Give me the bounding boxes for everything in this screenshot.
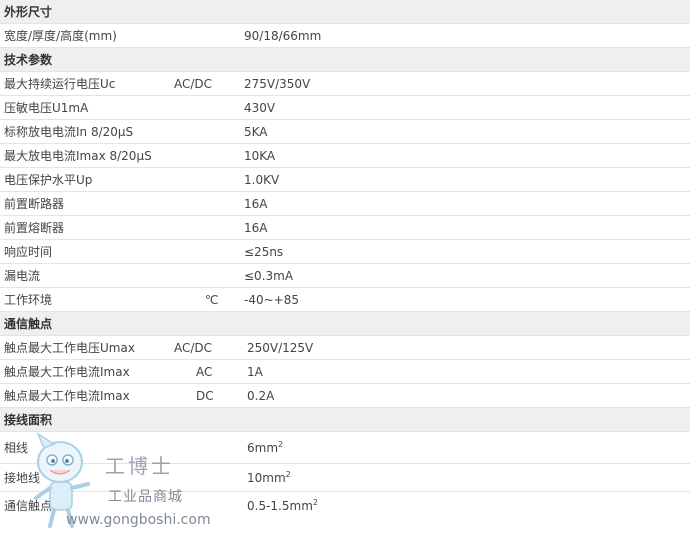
- section-title: 接线面积: [4, 413, 53, 427]
- table-row: 接地线 10mm2: [0, 464, 690, 492]
- row-label: 响应时间: [4, 245, 53, 259]
- row-value: -40~+85: [244, 293, 299, 307]
- section-header-technical: 技术参数: [0, 48, 690, 72]
- table-row: 电压保护水平Up 1.0KV: [0, 168, 690, 192]
- row-value: 0.2A: [247, 389, 275, 403]
- table-row: 漏电流 ≤0.3mA: [0, 264, 690, 288]
- row-value: 430V: [244, 101, 276, 115]
- table-row: 响应时间 ≤25ns: [0, 240, 690, 264]
- section-title: 通信触点: [4, 317, 53, 331]
- row-label: 触点最大工作电流Imax: [4, 389, 130, 403]
- row-label: 触点最大工作电压Umax: [4, 341, 135, 355]
- table-row: 前置熔断器 16A: [0, 216, 690, 240]
- row-label: 相线: [4, 441, 29, 455]
- row-value: 5KA: [244, 125, 268, 139]
- section-title: 技术参数: [4, 53, 53, 67]
- row-value: 90/18/66mm: [244, 29, 322, 43]
- table-row: 压敏电压U1mA 430V: [0, 96, 690, 120]
- row-label: 压敏电压U1mA: [4, 101, 89, 115]
- row-value: 0.5-1.5mm2: [247, 498, 318, 514]
- row-label: 最大放电电流Imax 8/20μS: [4, 149, 152, 163]
- section-header-contacts: 通信触点: [0, 312, 690, 336]
- section-header-wiring: 接线面积: [0, 408, 690, 432]
- table-row: 标称放电电流In 8/20μS 5KA: [0, 120, 690, 144]
- watermark-url: www.gongboshi.com: [66, 512, 211, 528]
- table-row: 最大放电电流Imax 8/20μS 10KA: [0, 144, 690, 168]
- row-label: 前置断路器: [4, 197, 65, 211]
- row-value: ≤25ns: [244, 245, 284, 259]
- table-row: 工作环境 ℃ -40~+85: [0, 288, 690, 312]
- table-row: 相线 6mm2: [0, 432, 690, 464]
- row-label: 漏电流: [4, 269, 41, 283]
- row-value: 10KA: [244, 149, 276, 163]
- row-value: 275V/350V: [244, 77, 311, 91]
- row-label: 标称放电电流In 8/20μS: [4, 125, 134, 139]
- row-label: 宽度/厚度/高度(mm): [4, 29, 117, 43]
- row-label: 前置熔断器: [4, 221, 65, 235]
- table-row: 触点最大工作电压Umax AC/DC 250V/125V: [0, 336, 690, 360]
- row-value: ≤0.3mA: [244, 269, 294, 283]
- row-value: 16A: [244, 221, 268, 235]
- table-row: 触点最大工作电流Imax DC 0.2A: [0, 384, 690, 408]
- table-row: 触点最大工作电流Imax AC 1A: [0, 360, 690, 384]
- row-value: 1A: [247, 365, 263, 379]
- row-label: 接地线: [4, 471, 41, 485]
- row-label: 触点最大工作电流Imax: [4, 365, 130, 379]
- row-label: 通信触点: [4, 499, 53, 513]
- row-value: 250V/125V: [247, 341, 314, 355]
- row-value: 1.0KV: [244, 173, 280, 187]
- watermark-subtitle: 工业品商城: [108, 489, 183, 505]
- table-row: 最大持续运行电压Uc AC/DC 275V/350V: [0, 72, 690, 96]
- section-title: 外形尺寸: [4, 5, 53, 19]
- row-value: 6mm2: [247, 440, 284, 456]
- section-header-dimensions: 外形尺寸: [0, 0, 690, 24]
- row-value: 10mm2: [247, 470, 291, 486]
- row-condition: DC: [196, 389, 214, 403]
- row-label: 电压保护水平Up: [4, 173, 93, 187]
- watermark-brand: 工博士: [105, 454, 174, 478]
- row-condition: AC/DC: [174, 341, 213, 355]
- row-label: 工作环境: [4, 293, 53, 307]
- row-condition: AC: [196, 365, 213, 379]
- row-label: 最大持续运行电压Uc: [4, 77, 116, 91]
- table-row: 前置断路器 16A: [0, 192, 690, 216]
- table-row: 宽度/厚度/高度(mm) 90/18/66mm: [0, 24, 690, 48]
- row-condition: AC/DC: [174, 77, 213, 91]
- spec-table: 外形尺寸 宽度/厚度/高度(mm) 90/18/66mm 技术参数 最大持续运行…: [0, 0, 690, 520]
- row-value: 16A: [244, 197, 268, 211]
- row-condition: ℃: [205, 293, 219, 307]
